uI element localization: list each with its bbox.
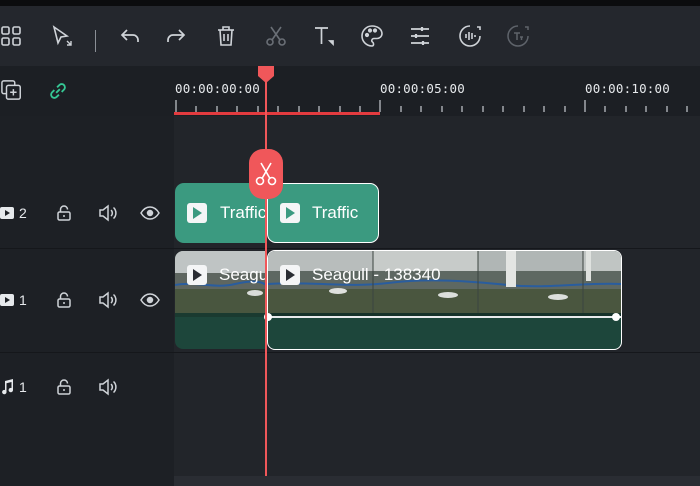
toolbar: [0, 6, 700, 66]
lock-icon[interactable]: [54, 203, 74, 223]
music-note-icon: [0, 379, 14, 395]
playhead-line[interactable]: [265, 76, 267, 486]
ruler-timecode-1: 00:00:05:00: [380, 81, 465, 96]
clip-label: Traffic: [312, 203, 359, 222]
timeline-ruler[interactable]: [174, 96, 700, 116]
text-icon[interactable]: [310, 22, 338, 50]
volume-keyframe-handle[interactable]: [612, 313, 620, 321]
play-icon: [280, 203, 300, 223]
volume-icon[interactable]: [97, 290, 119, 310]
link-icon[interactable]: [45, 78, 71, 104]
play-icon: [187, 203, 207, 223]
video-clip-right[interactable]: Seagull - 138340: [267, 250, 622, 350]
visibility-eye-icon[interactable]: [139, 290, 161, 310]
play-icon: [280, 265, 300, 285]
video-track-icon: [0, 206, 14, 220]
text-clip-right[interactable]: Traffic: [267, 183, 379, 243]
volume-line[interactable]: [268, 316, 621, 318]
select-pointer-icon[interactable]: [48, 22, 76, 50]
playhead-handle[interactable]: [256, 66, 276, 84]
layout-grid-icon[interactable]: [0, 22, 26, 50]
volume-icon[interactable]: [97, 203, 119, 223]
track-divider: [0, 352, 700, 353]
ruler-timecode-2: 00:00:10:00: [585, 81, 670, 96]
video-clip-left[interactable]: Seagull - 138340: [175, 251, 265, 349]
timeline-horizontal-scrollbar[interactable]: [174, 476, 700, 486]
color-palette-icon[interactable]: [358, 22, 386, 50]
ruler-timecode-0: 00:00:00:00: [175, 81, 260, 96]
video-track-icon: [0, 293, 14, 307]
track-number: 2: [19, 205, 27, 221]
track-number: 1: [19, 379, 27, 395]
toolbar-separator: [95, 30, 96, 52]
delete-icon[interactable]: [212, 22, 240, 50]
add-track-icon[interactable]: [0, 78, 24, 102]
clip-label: Traffic: [220, 203, 267, 222]
cut-icon[interactable]: [262, 22, 290, 50]
clip-audio-divider: [175, 313, 265, 317]
clip-label: Seagull - 138340: [312, 265, 441, 284]
lock-icon[interactable]: [54, 290, 74, 310]
adjust-sliders-icon[interactable]: [406, 22, 434, 50]
play-icon: [187, 265, 207, 285]
visibility-eye-icon[interactable]: [139, 203, 161, 223]
text-to-speech-icon[interactable]: [504, 22, 532, 50]
scissors-icon: [255, 162, 277, 186]
track-divider: [0, 248, 700, 249]
lock-icon[interactable]: [54, 377, 74, 397]
audio-stretch-icon[interactable]: [456, 22, 484, 50]
split-cut-button[interactable]: [249, 149, 283, 199]
clip-label: Seagull - 138340: [219, 265, 265, 284]
undo-icon[interactable]: [116, 22, 144, 50]
volume-icon[interactable]: [97, 377, 119, 397]
redo-icon[interactable]: [162, 22, 190, 50]
track-number: 1: [19, 292, 27, 308]
